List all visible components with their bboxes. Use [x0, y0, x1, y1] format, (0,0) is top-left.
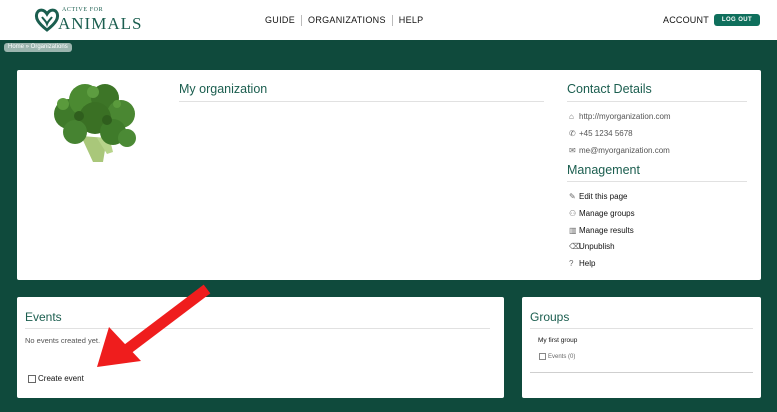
calendar-icon [539, 353, 546, 360]
active-for-animals-logo[interactable]: ACTIVE FOR ANIMALS [34, 6, 141, 34]
logout-button[interactable]: LOG OUT [714, 14, 760, 26]
manage-results-link[interactable]: ▥ Manage results [569, 226, 634, 235]
logo-wordmark: ANIMALS [58, 14, 143, 33]
group-events-label: Events (0) [548, 353, 576, 360]
email-text: me@myorganization.com [579, 146, 670, 155]
organization-logo-image [54, 84, 136, 162]
unpublish-label: Unpublish [579, 242, 615, 251]
help-label: Help [579, 259, 596, 268]
phone-icon: ✆ [569, 129, 576, 138]
manage-results-label: Manage results [579, 226, 634, 235]
nav-guide[interactable]: GUIDE [265, 15, 301, 26]
events-empty-message: No events created yet. [25, 336, 101, 345]
events-card: Events No events created yet. Create eve… [17, 297, 504, 398]
mail-icon: ✉ [569, 146, 576, 155]
calendar-icon [28, 374, 36, 383]
pencil-icon: ✎ [569, 192, 576, 201]
contact-details-heading: Contact Details [567, 82, 652, 96]
contact-divider [567, 101, 747, 102]
group-divider [530, 372, 753, 373]
groups-card: Groups My first group Events (0) [522, 297, 761, 398]
group-item-name[interactable]: My first group [538, 337, 577, 344]
contact-website[interactable]: ⌂ http://myorganization.com [569, 112, 671, 121]
account-link[interactable]: ACCOUNT [663, 15, 709, 25]
manage-groups-link[interactable]: ⚇ Manage groups [569, 209, 635, 218]
organization-card: My organization Contact Details ⌂ http:/… [17, 70, 761, 280]
organization-name: My organization [179, 82, 268, 96]
trash-icon: ⌫ [569, 242, 581, 251]
create-event-label: Create event [38, 374, 84, 383]
phone-text: +45 1234 5678 [579, 129, 633, 138]
management-divider [567, 181, 747, 182]
breadcrumb[interactable]: Home » Organizations [4, 43, 72, 52]
events-heading: Events [25, 310, 62, 324]
unpublish-link[interactable]: ⌫ Unpublish [569, 242, 615, 251]
red-pointer-arrow-icon [97, 284, 211, 367]
chart-icon: ▥ [569, 226, 577, 235]
help-circle-icon: ? [569, 259, 574, 268]
edit-page-link[interactable]: ✎ Edit this page [569, 192, 627, 201]
contact-email[interactable]: ✉ me@myorganization.com [569, 146, 670, 155]
website-text: http://myorganization.com [579, 112, 671, 121]
heart-hands-logo-icon [34, 8, 60, 32]
main-nav: GUIDE ORGANIZATIONS HELP [265, 14, 429, 27]
contact-phone[interactable]: ✆ +45 1234 5678 [569, 129, 633, 138]
nav-organizations[interactable]: ORGANIZATIONS [302, 15, 392, 26]
home-icon: ⌂ [569, 112, 574, 121]
groups-divider [530, 328, 753, 329]
groups-heading: Groups [530, 310, 570, 324]
logo-tagline: ACTIVE FOR [62, 7, 104, 13]
group-events-link[interactable]: Events (0) [539, 353, 575, 360]
top-navigation-bar: ACTIVE FOR ANIMALS GUIDE ORGANIZATIONS H… [0, 0, 777, 40]
create-event-button[interactable]: Create event [28, 374, 84, 383]
title-divider [179, 101, 544, 102]
help-link[interactable]: ? Help [569, 259, 595, 268]
manage-groups-label: Manage groups [579, 209, 635, 218]
management-heading: Management [567, 163, 640, 177]
people-icon: ⚇ [569, 209, 577, 218]
edit-page-label: Edit this page [579, 192, 628, 201]
nav-help[interactable]: HELP [393, 15, 430, 26]
